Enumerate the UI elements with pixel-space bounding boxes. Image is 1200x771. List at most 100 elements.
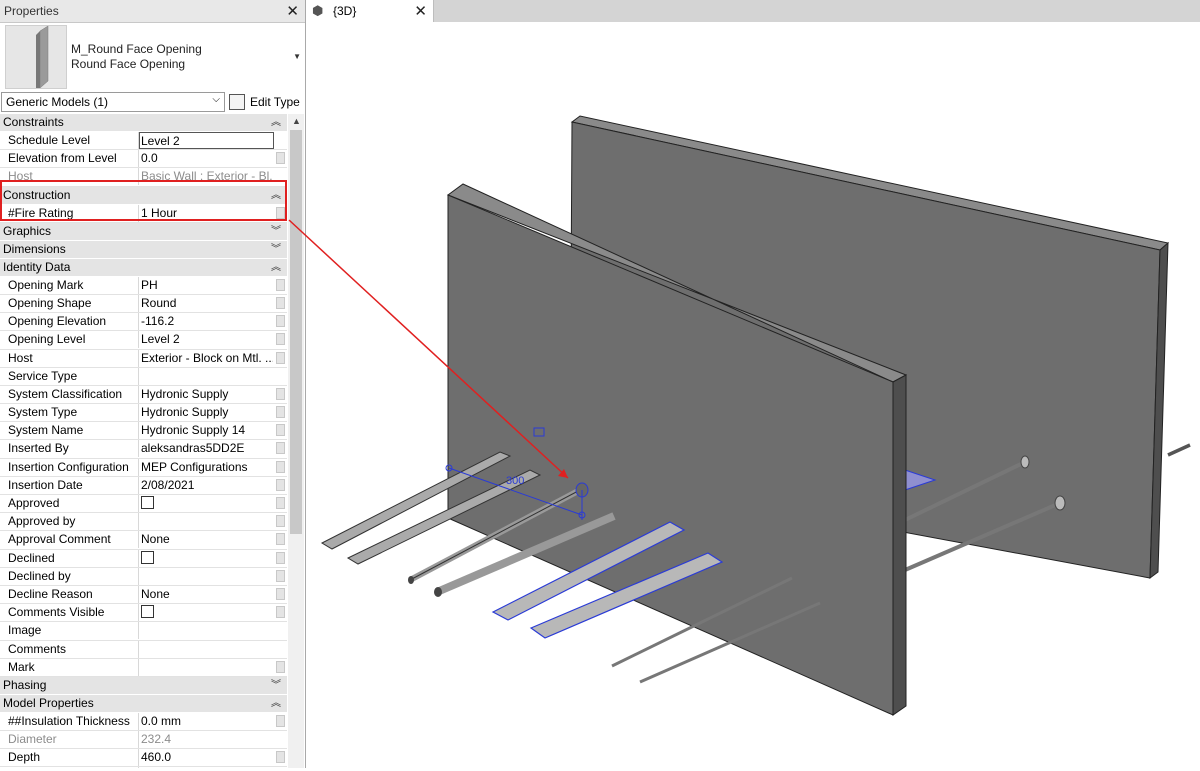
property-value[interactable]: -116.2 xyxy=(140,313,273,330)
property-label: Host xyxy=(0,349,139,367)
property-value[interactable] xyxy=(140,622,273,639)
section-identity-data[interactable]: Identity Data ︽ xyxy=(0,258,287,277)
section-model-properties[interactable]: Model Properties ︽ xyxy=(0,694,287,713)
checkbox[interactable] xyxy=(141,550,154,564)
property-row[interactable]: Comments Visible xyxy=(0,604,287,623)
checkbox[interactable] xyxy=(141,496,154,510)
section-graphics[interactable]: Graphics ︾ xyxy=(0,222,287,241)
property-row[interactable]: ##Insulation Thickness 0.0 mm xyxy=(0,712,287,732)
property-value[interactable]: None xyxy=(140,531,273,548)
cell-button[interactable] xyxy=(276,406,285,419)
property-value[interactable] xyxy=(140,368,273,385)
cell-button[interactable] xyxy=(276,152,285,165)
property-row[interactable]: Opening Elevation -116.2 xyxy=(0,313,287,332)
property-row[interactable]: Approved by xyxy=(0,513,287,532)
property-row[interactable]: Inserted By aleksandras5DD2E xyxy=(0,440,287,459)
cell-button[interactable] xyxy=(276,315,285,328)
cell-button[interactable] xyxy=(276,497,285,509)
tab-3d-view[interactable]: ⬢ {3D} ✕ xyxy=(306,0,434,22)
property-value[interactable] xyxy=(140,513,273,530)
property-row[interactable]: Mark xyxy=(0,658,287,677)
property-value[interactable]: Hydronic Supply xyxy=(140,404,273,421)
collapse-icon[interactable]: ︽ xyxy=(271,114,281,131)
property-value[interactable]: 0.0 xyxy=(140,150,273,167)
cell-button[interactable] xyxy=(276,551,285,564)
cell-button[interactable] xyxy=(276,714,285,727)
property-value[interactable]: aleksandras5DD2E xyxy=(140,440,273,457)
3d-viewport[interactable]: 300 xyxy=(306,22,1200,768)
property-row[interactable]: Decline Reason None xyxy=(0,585,287,605)
property-row[interactable]: Schedule Level Level 2 xyxy=(0,132,287,151)
dropdown-arrow-icon[interactable]: ▼ xyxy=(293,52,301,61)
cell-button[interactable] xyxy=(276,296,285,309)
property-row[interactable]: Elevation from Level 0.0 xyxy=(0,150,287,169)
cell-button[interactable] xyxy=(276,278,285,291)
property-row[interactable]: Declined xyxy=(0,549,287,568)
cell-button[interactable] xyxy=(276,442,285,455)
property-row[interactable]: Insertion Configuration MEP Configuration… xyxy=(0,458,287,477)
collapse-icon[interactable]: ︽ xyxy=(271,259,281,276)
cell-button[interactable] xyxy=(276,515,285,528)
property-value[interactable]: Hydronic Supply xyxy=(140,386,273,403)
property-value[interactable]: 460.0 xyxy=(140,749,273,766)
property-value[interactable]: Round xyxy=(140,295,273,312)
category-filter-dropdown[interactable]: Generic Models (1) ⌵ xyxy=(1,92,225,112)
scrollbar-thumb[interactable] xyxy=(290,130,302,534)
property-row[interactable]: Depth 460.0 xyxy=(0,749,287,768)
property-row[interactable]: Insertion Date 2/08/2021 xyxy=(0,476,287,495)
cell-button[interactable] xyxy=(276,351,285,364)
property-row[interactable]: Service Type xyxy=(0,367,287,386)
property-value[interactable]: PH xyxy=(140,277,273,294)
cell-button[interactable] xyxy=(276,606,285,619)
property-value[interactable]: 0.0 mm xyxy=(140,713,273,730)
cell-button[interactable] xyxy=(276,533,285,546)
cell-button[interactable] xyxy=(276,569,285,582)
property-value[interactable]: 2/08/2021 xyxy=(140,477,273,494)
property-value[interactable]: None xyxy=(140,586,273,603)
section-dimensions[interactable]: Dimensions ︾ xyxy=(0,240,287,259)
cell-button[interactable] xyxy=(276,387,285,400)
collapse-icon[interactable]: ︽ xyxy=(271,695,281,712)
cell-button[interactable] xyxy=(276,751,285,764)
property-row[interactable]: System Name Hydronic Supply 14 xyxy=(0,422,287,441)
property-row[interactable]: Host Exterior - Block on Mtl. ... xyxy=(0,349,287,368)
cell-button[interactable] xyxy=(276,478,285,491)
close-icon[interactable]: ✕ xyxy=(286,2,299,20)
cell-button[interactable] xyxy=(276,424,285,437)
property-value[interactable] xyxy=(140,641,273,658)
section-constraints[interactable]: Constraints ︽ xyxy=(0,114,287,132)
property-value-input[interactable]: Level 2 xyxy=(139,132,274,149)
property-value[interactable] xyxy=(140,568,273,585)
property-checkbox-cell[interactable] xyxy=(140,604,273,621)
cell-button[interactable] xyxy=(276,587,285,600)
property-row[interactable]: Opening Mark PH xyxy=(0,276,287,295)
cell-button[interactable] xyxy=(276,660,285,673)
close-icon[interactable]: ✕ xyxy=(414,2,427,20)
expand-icon[interactable]: ︾ xyxy=(271,223,281,240)
property-row[interactable]: Comments xyxy=(0,640,287,659)
property-row[interactable]: Approval Comment None xyxy=(0,531,287,550)
type-selector[interactable]: M_Round Face Opening Round Face Opening … xyxy=(0,23,305,91)
property-value[interactable]: Hydronic Supply 14 xyxy=(140,422,273,439)
property-row[interactable]: Opening Level Level 2 xyxy=(0,331,287,350)
expand-icon[interactable]: ︾ xyxy=(271,677,281,694)
checkbox[interactable] xyxy=(141,605,154,619)
property-row[interactable]: System Classification Hydronic Supply xyxy=(0,385,287,405)
section-phasing[interactable]: Phasing ︾ xyxy=(0,676,287,695)
property-row[interactable]: Opening Shape Round xyxy=(0,294,287,314)
cell-button[interactable] xyxy=(276,460,285,473)
cell-button[interactable] xyxy=(276,333,285,346)
property-row[interactable]: Approved xyxy=(0,495,287,514)
property-value[interactable]: MEP Configurations xyxy=(140,459,273,476)
property-checkbox-cell[interactable] xyxy=(140,495,273,512)
expand-icon[interactable]: ︾ xyxy=(271,241,281,258)
property-row[interactable]: System Type Hydronic Supply xyxy=(0,404,287,423)
properties-scrollbar[interactable]: ▲ xyxy=(288,114,304,768)
property-checkbox-cell[interactable] xyxy=(140,550,273,567)
scroll-up-icon[interactable]: ▲ xyxy=(292,116,301,126)
property-row[interactable]: Image xyxy=(0,622,287,641)
property-value[interactable]: Exterior - Block on Mtl. ... xyxy=(140,350,273,367)
property-value[interactable]: Level 2 xyxy=(140,331,273,348)
property-value[interactable] xyxy=(140,659,273,676)
property-row[interactable]: Declined by xyxy=(0,567,287,586)
